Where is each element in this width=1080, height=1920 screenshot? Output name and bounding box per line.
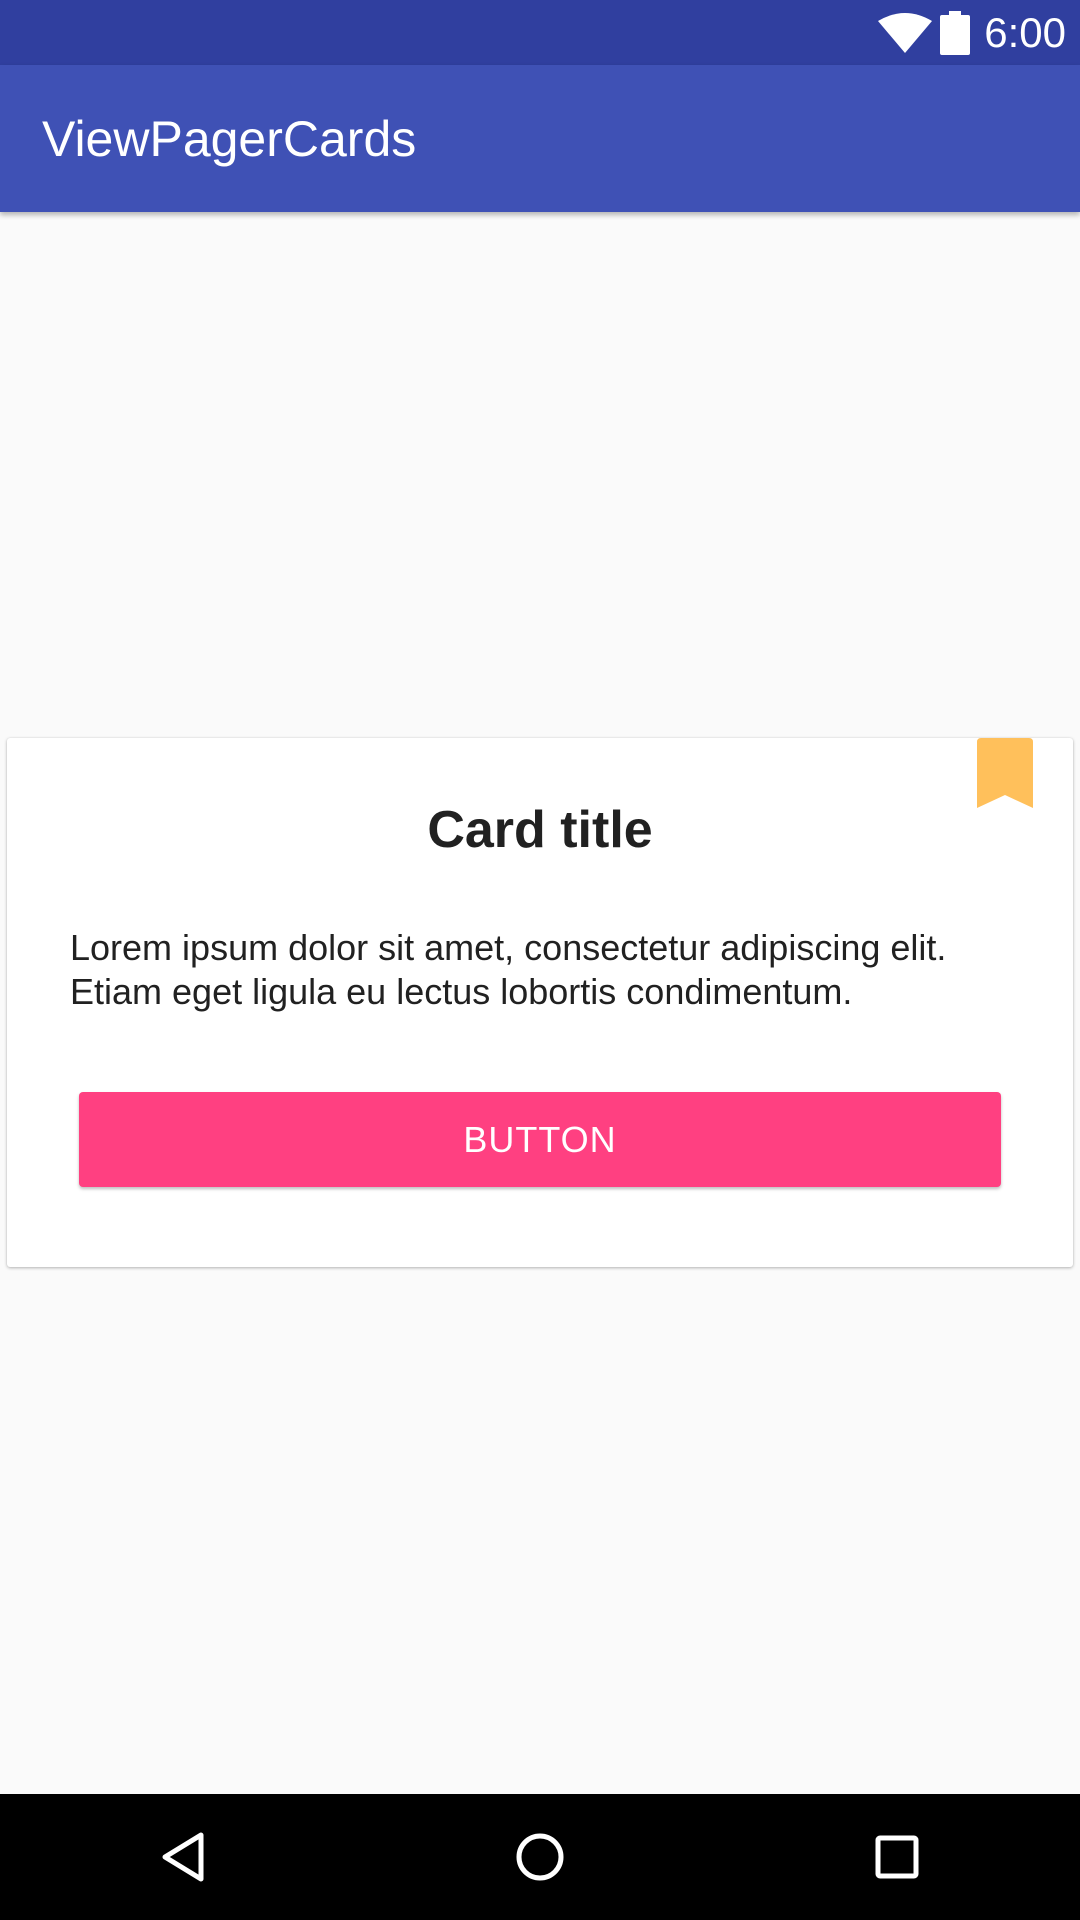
back-icon [162, 1832, 204, 1882]
recents-button[interactable] [817, 1794, 977, 1920]
app-bar: ViewPagerCards [0, 65, 1080, 212]
home-button[interactable] [460, 1794, 620, 1920]
navigation-bar [0, 1794, 1080, 1920]
home-icon [516, 1833, 564, 1881]
battery-icon [940, 10, 971, 55]
screen: 6:00 ViewPagerCards Card title Lorem ips… [0, 0, 1080, 1920]
app-title: ViewPagerCards [42, 110, 417, 167]
back-button[interactable] [103, 1794, 263, 1920]
card-action-button[interactable]: BUTTON [79, 1092, 1001, 1187]
status-bar: 6:00 [0, 0, 1080, 65]
bookmark-icon[interactable] [977, 738, 1033, 808]
card-title: Card title [427, 801, 653, 859]
wifi-icon [878, 12, 933, 53]
card-body-text: Lorem ipsum dolor sit amet, consectetur … [70, 927, 947, 1012]
recents-icon [875, 1835, 919, 1879]
status-clock: 6:00 [984, 8, 1066, 56]
card: Card title Lorem ipsum dolor sit amet, c… [7, 738, 1073, 1267]
